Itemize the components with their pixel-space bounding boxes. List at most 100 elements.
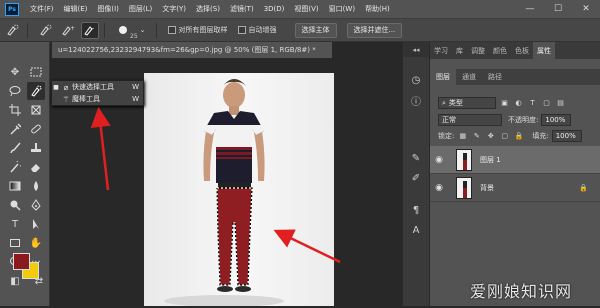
lock-artboard-icon[interactable]: ▢: [499, 131, 510, 142]
maximize-button[interactable]: ☐: [544, 0, 572, 19]
history-icon[interactable]: ◷: [408, 72, 424, 88]
type-tool-icon[interactable]: T: [6, 215, 24, 233]
info-icon[interactable]: ⓘ: [408, 92, 424, 108]
fill-input[interactable]: 100%: [551, 130, 582, 142]
tab-layers[interactable]: 图层: [430, 69, 456, 85]
blend-row: 正常 不透明度: 100%: [430, 112, 600, 128]
divider: [155, 22, 157, 38]
tab-swatches[interactable]: 色板: [511, 42, 533, 59]
layer-filter-select[interactable]: ⌕ 类型: [438, 97, 496, 109]
clone-stamp-tool-icon[interactable]: [27, 139, 45, 157]
blend-mode-select[interactable]: 正常: [438, 114, 502, 126]
pen-tool-icon[interactable]: [27, 196, 45, 214]
subtract-from-selection-icon[interactable]: -: [81, 21, 99, 39]
tool-preset-icon[interactable]: [4, 22, 22, 39]
flyout-item-label: 快速选择工具: [72, 83, 114, 91]
brushes-icon[interactable]: ✐: [408, 170, 424, 186]
tab-paths[interactable]: 路径: [482, 69, 508, 85]
flyout-item-quick-selection[interactable]: ■ ⌀ 快速选择工具 W: [52, 81, 143, 93]
layer-thumbnail: [456, 148, 472, 171]
dodge-tool-icon[interactable]: [6, 196, 24, 214]
lock-label: 锁定:: [438, 132, 455, 140]
photoshop-logo: Ps: [5, 2, 19, 16]
add-to-selection-icon[interactable]: +: [59, 22, 77, 39]
menu-window[interactable]: 窗口(W): [324, 4, 360, 14]
shortcut-key: W: [132, 83, 139, 91]
minimize-button[interactable]: —: [516, 0, 544, 19]
lock-image-icon[interactable]: ✎: [471, 131, 482, 142]
menu-bar: Ps 文件(F) 编辑(E) 图像(I) 图层(L) 文字(Y) 选择(S) 滤…: [0, 0, 600, 19]
chevron-down-icon[interactable]: ⌄: [140, 26, 146, 34]
shortcut-key: W: [132, 95, 139, 103]
filter-smart-object-icon[interactable]: ▤: [555, 98, 566, 109]
lock-row: 锁定: ▦ ✎ ✥ ▢ 🔒 填充: 100%: [430, 128, 600, 144]
filter-shape-icon[interactable]: ▢: [541, 98, 552, 109]
visibility-eye-icon[interactable]: ◉: [430, 183, 448, 193]
blur-tool-icon[interactable]: [27, 177, 45, 195]
spot-healing-tool-icon[interactable]: [27, 120, 45, 138]
menu-select[interactable]: 选择(S): [191, 4, 225, 14]
brush-settings-icon[interactable]: ✎: [408, 150, 424, 166]
lasso-tool-icon[interactable]: [6, 82, 24, 100]
crop-tool-icon[interactable]: [6, 101, 24, 119]
flyout-item-magic-wand[interactable]: ⚚ 魔棒工具 W: [52, 93, 143, 105]
filter-type-icon[interactable]: T: [527, 98, 538, 109]
path-selection-tool-icon[interactable]: [27, 215, 45, 233]
frame-tool-icon[interactable]: [27, 101, 45, 119]
paragraph-icon[interactable]: ¶: [408, 202, 424, 218]
menu-view[interactable]: 视图(V): [289, 4, 323, 14]
lock-all-icon[interactable]: 🔒: [513, 131, 524, 142]
menu-filter[interactable]: 滤镜(T): [225, 4, 259, 14]
layer-row[interactable]: ◉ 背景 🔒: [430, 174, 600, 202]
close-button[interactable]: ✕: [572, 0, 600, 19]
menu-image[interactable]: 图像(I): [92, 4, 124, 14]
move-tool-icon[interactable]: ✥: [6, 63, 24, 81]
select-and-mask-button[interactable]: 选择并遮住...: [346, 22, 403, 38]
history-brush-tool-icon[interactable]: [6, 158, 24, 176]
svg-text:-: -: [92, 25, 94, 32]
rectangle-tool-icon[interactable]: [6, 234, 24, 252]
layer-row[interactable]: ◉ 图层 1: [430, 146, 600, 174]
eyedropper-tool-icon[interactable]: [6, 120, 24, 138]
layer-filter-row: ⌕ 类型 ▣ ◐ T ▢ ▤: [430, 95, 600, 111]
tab-libraries[interactable]: 库: [452, 42, 467, 59]
tab-adjustments[interactable]: 调整: [467, 42, 489, 59]
tab-channels[interactable]: 通道: [456, 69, 482, 85]
lock-position-icon[interactable]: ✥: [485, 131, 496, 142]
opacity-input[interactable]: 100%: [541, 114, 572, 126]
gradient-tool-icon[interactable]: [6, 177, 24, 195]
layer-name: 图层 1: [480, 155, 501, 164]
quick-selection-tool-icon: ⌀: [63, 82, 69, 92]
select-subject-button[interactable]: 选择主体: [294, 22, 337, 38]
layer-thumbnail: [456, 176, 472, 199]
menu-edit[interactable]: 编辑(E): [59, 4, 93, 14]
menu-file[interactable]: 文件(F): [25, 4, 59, 14]
character-icon[interactable]: A: [408, 222, 424, 238]
menu-type[interactable]: 文字(Y): [157, 4, 191, 14]
tab-learn[interactable]: 学习: [430, 42, 452, 59]
eraser-tool-icon[interactable]: [27, 158, 45, 176]
options-bar: + - 25 ⌄ 对所有图层取样 自动增强 选择主体 选择并遮住...: [0, 19, 600, 42]
active-bullet-icon: ■: [53, 83, 59, 91]
foreground-color-swatch[interactable]: [13, 253, 30, 270]
brush-tool-icon[interactable]: [6, 139, 24, 157]
document-tab[interactable]: u=124022756,2323294793&fm=26&gp=0.jpg @ …: [52, 42, 332, 59]
tab-color[interactable]: 颜色: [489, 42, 511, 59]
filter-pixel-icon[interactable]: ▣: [499, 98, 510, 109]
new-selection-icon[interactable]: [37, 22, 55, 39]
auto-enhance-checkbox[interactable]: [237, 26, 246, 34]
document-image[interactable]: [144, 73, 334, 307]
marquee-tool-icon[interactable]: [27, 63, 45, 81]
menu-3d[interactable]: 3D(D): [259, 5, 290, 13]
menu-layer[interactable]: 图层(L): [124, 4, 157, 14]
menu-help[interactable]: 帮助(H): [360, 4, 395, 14]
quick-selection-tool-icon[interactable]: [27, 82, 45, 100]
filter-adjustment-icon[interactable]: ◐: [513, 98, 524, 109]
sample-all-layers-checkbox[interactable]: [167, 26, 176, 34]
lock-transparent-icon[interactable]: ▦: [457, 131, 468, 142]
panel-tabs: 学习 库 调整 颜色 色板 属性: [430, 42, 600, 59]
hand-tool-icon[interactable]: ✋: [27, 234, 45, 252]
collapse-panels-button[interactable]: ◂◂: [403, 42, 429, 57]
tab-properties[interactable]: 属性: [533, 42, 555, 59]
visibility-eye-icon[interactable]: ◉: [430, 155, 448, 165]
